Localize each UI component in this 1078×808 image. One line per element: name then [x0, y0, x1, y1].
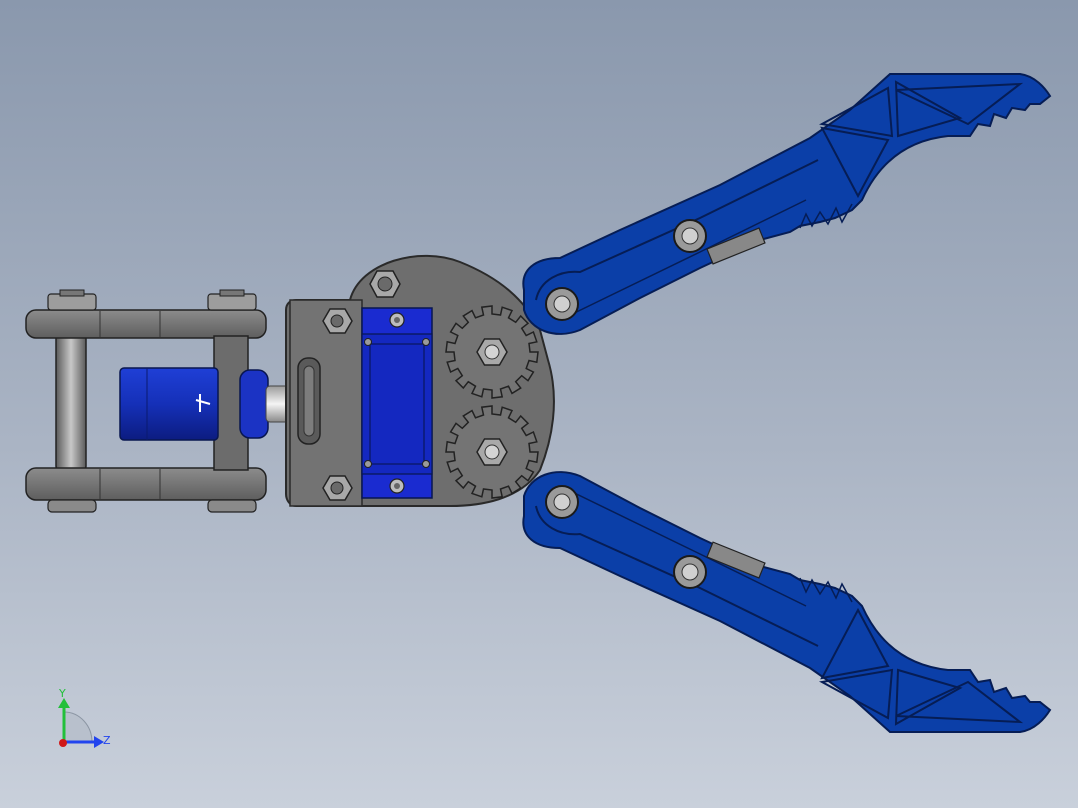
cad-viewport[interactable]: Y Z	[0, 0, 1078, 808]
axis-triad: Y Z	[58, 687, 111, 748]
triad-arc	[63, 711, 93, 743]
z-axis-label: Z	[103, 734, 111, 747]
x-axis-dot	[59, 739, 67, 747]
y-axis-label: Y	[58, 687, 66, 700]
